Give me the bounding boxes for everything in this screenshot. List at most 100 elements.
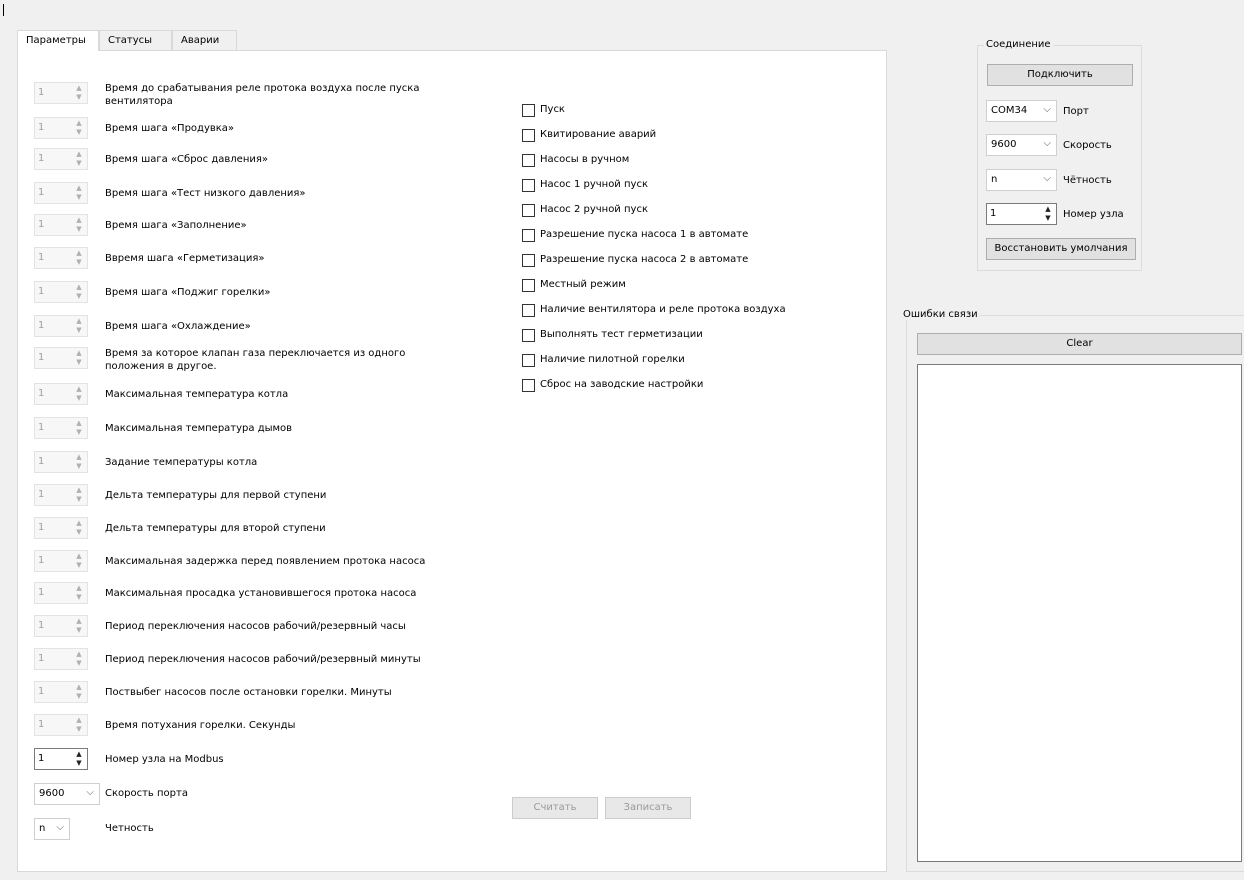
- spin-up-icon[interactable]: ▲: [73, 119, 85, 128]
- spin-down-icon[interactable]: ▼: [73, 561, 85, 570]
- spin-down-icon[interactable]: ▼: [73, 326, 85, 335]
- param-spinbox[interactable]: 1 ▲ ▼: [34, 451, 88, 473]
- tab-parameters[interactable]: Параметры: [17, 30, 99, 51]
- spin-up-icon[interactable]: ▲: [73, 584, 85, 593]
- spin-up-icon[interactable]: ▲: [73, 650, 85, 659]
- checkbox-box[interactable]: [522, 304, 535, 317]
- node-value: 1: [990, 208, 997, 219]
- spin-down-icon[interactable]: ▼: [73, 292, 85, 301]
- spin-up-icon[interactable]: ▲: [1042, 205, 1054, 214]
- port-speed-combo[interactable]: 9600 ⌵: [34, 783, 100, 805]
- param-spinbox[interactable]: 1 ▲ ▼: [34, 417, 88, 439]
- errors-log[interactable]: [917, 364, 1242, 862]
- param-spinbox[interactable]: 1 ▲ ▼: [34, 82, 88, 104]
- spin-down-icon[interactable]: ▼: [73, 358, 85, 367]
- checkbox-box[interactable]: [522, 354, 535, 367]
- modbus-node-spinbox[interactable]: 1 ▲ ▼: [34, 748, 88, 770]
- restore-defaults-label: Восстановить умолчания: [994, 243, 1128, 254]
- param-label: Период переключения насосов рабочий/резе…: [105, 621, 406, 632]
- spin-down-icon[interactable]: ▼: [73, 258, 85, 267]
- checkbox-box[interactable]: [522, 229, 535, 242]
- param-spinbox[interactable]: 1 ▲ ▼: [34, 517, 88, 539]
- write-button[interactable]: Записать: [605, 797, 691, 819]
- param-spinbox[interactable]: 1 ▲ ▼: [34, 347, 88, 369]
- clear-button[interactable]: Clear: [917, 333, 1242, 355]
- spin-up-icon[interactable]: ▲: [73, 617, 85, 626]
- conn-parity-combo[interactable]: n ⌵: [986, 169, 1057, 191]
- tab-statuses[interactable]: Статусы: [99, 30, 172, 50]
- spin-up-icon[interactable]: ▲: [73, 385, 85, 394]
- checkbox-box[interactable]: [522, 254, 535, 267]
- spin-up-icon[interactable]: ▲: [73, 84, 85, 93]
- spin-up-icon[interactable]: ▲: [73, 283, 85, 292]
- connect-button[interactable]: Подключить: [987, 64, 1133, 86]
- checkbox-box[interactable]: [522, 154, 535, 167]
- parity-combo[interactable]: n ⌵: [34, 818, 70, 840]
- spin-up-icon[interactable]: ▲: [73, 486, 85, 495]
- param-spinbox[interactable]: 1 ▲ ▼: [34, 214, 88, 236]
- checkbox-box[interactable]: [522, 379, 535, 392]
- spin-up-icon[interactable]: ▲: [73, 317, 85, 326]
- spin-down-icon[interactable]: ▼: [73, 692, 85, 701]
- spin-up-icon[interactable]: ▲: [73, 750, 85, 759]
- spin-down-icon[interactable]: ▼: [73, 193, 85, 202]
- checkbox-box[interactable]: [522, 104, 535, 117]
- param-spinbox[interactable]: 1 ▲ ▼: [34, 484, 88, 506]
- param-spinbox[interactable]: 1 ▲ ▼: [34, 383, 88, 405]
- port-combo[interactable]: COM34 ⌵: [986, 100, 1057, 122]
- speed-combo[interactable]: 9600 ⌵: [986, 134, 1057, 156]
- spin-up-icon[interactable]: ▲: [73, 216, 85, 225]
- param-spinbox[interactable]: 1 ▲ ▼: [34, 550, 88, 572]
- spin-up-icon[interactable]: ▲: [73, 716, 85, 725]
- param-spinbox[interactable]: 1 ▲ ▼: [34, 315, 88, 337]
- spin-up-icon[interactable]: ▲: [73, 552, 85, 561]
- port-value: COM34: [991, 105, 1028, 116]
- spin-down-icon[interactable]: ▼: [73, 528, 85, 537]
- param-spinbox[interactable]: 1 ▲ ▼: [34, 648, 88, 670]
- node-spinbox[interactable]: 1 ▲ ▼: [986, 203, 1057, 225]
- read-button[interactable]: Считать: [512, 797, 598, 819]
- spin-down-icon[interactable]: ▼: [73, 428, 85, 437]
- checkbox-box[interactable]: [522, 129, 535, 142]
- spin-down-icon[interactable]: ▼: [73, 394, 85, 403]
- spin-up-icon[interactable]: ▲: [73, 150, 85, 159]
- param-spinbox[interactable]: 1 ▲ ▼: [34, 281, 88, 303]
- spin-down-icon[interactable]: ▼: [73, 128, 85, 137]
- param-spinbox[interactable]: 1 ▲ ▼: [34, 681, 88, 703]
- spin-down-icon[interactable]: ▼: [73, 225, 85, 234]
- param-spinbox[interactable]: 1 ▲ ▼: [34, 714, 88, 736]
- checkbox-box[interactable]: [522, 329, 535, 342]
- spin-down-icon[interactable]: ▼: [73, 593, 85, 602]
- param-spinbox[interactable]: 1 ▲ ▼: [34, 182, 88, 204]
- spin-down-icon[interactable]: ▼: [73, 759, 85, 768]
- spin-up-icon[interactable]: ▲: [73, 349, 85, 358]
- spin-up-icon[interactable]: ▲: [73, 453, 85, 462]
- chevron-down-icon: ⌵: [86, 787, 94, 798]
- spin-down-icon[interactable]: ▼: [73, 725, 85, 734]
- param-spinbox[interactable]: 1 ▲ ▼: [34, 148, 88, 170]
- spin-up-icon[interactable]: ▲: [73, 419, 85, 428]
- param-spinbox[interactable]: 1 ▲ ▼: [34, 615, 88, 637]
- spin-down-icon[interactable]: ▼: [73, 495, 85, 504]
- spin-up-icon[interactable]: ▲: [73, 249, 85, 258]
- spin-down-icon[interactable]: ▼: [1042, 214, 1054, 223]
- param-label: Задание температуры котла: [105, 457, 258, 468]
- param-spinbox[interactable]: 1 ▲ ▼: [34, 117, 88, 139]
- tab-alarms[interactable]: Аварии: [172, 30, 237, 50]
- spin-up-icon[interactable]: ▲: [73, 519, 85, 528]
- restore-defaults-button[interactable]: Восстановить умолчания: [986, 238, 1136, 260]
- spin-down-icon[interactable]: ▼: [73, 659, 85, 668]
- param-spinbox[interactable]: 1 ▲ ▼: [34, 247, 88, 269]
- spin-down-icon[interactable]: ▼: [73, 159, 85, 168]
- spin-up-icon[interactable]: ▲: [73, 184, 85, 193]
- spin-down-icon[interactable]: ▼: [73, 626, 85, 635]
- param-value: 1: [38, 522, 45, 533]
- spin-up-icon[interactable]: ▲: [73, 683, 85, 692]
- spin-down-icon[interactable]: ▼: [73, 462, 85, 471]
- param-spinbox[interactable]: 1 ▲ ▼: [34, 582, 88, 604]
- checkbox-box[interactable]: [522, 204, 535, 217]
- checkbox-box[interactable]: [522, 279, 535, 292]
- spin-down-icon[interactable]: ▼: [73, 93, 85, 102]
- conn-parity-label: Чётность: [1063, 175, 1112, 186]
- checkbox-box[interactable]: [522, 179, 535, 192]
